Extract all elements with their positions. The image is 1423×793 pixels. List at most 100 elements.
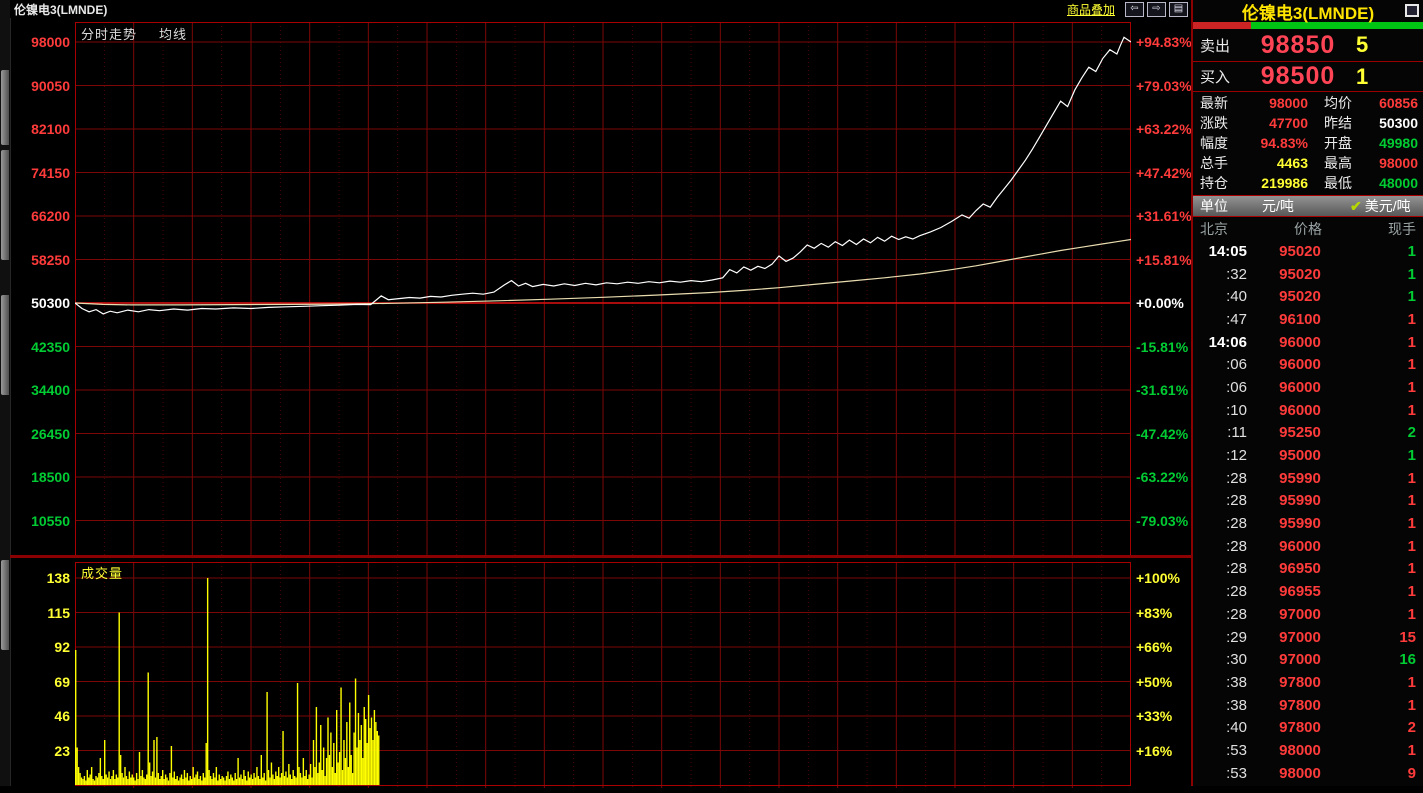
tape-qty: 1 [1353,243,1423,260]
tape-row: :28969501 [1193,558,1423,581]
tape-time: :06 [1193,379,1247,396]
percent-axis-label: +31.61% [1136,208,1192,224]
stat-value: 60856 [1366,95,1423,111]
tick-tape-list[interactable]: 14:05950201:32950201:40950201:4796100114… [1193,240,1423,785]
tape-row: 14:06960001 [1193,331,1423,354]
tape-row: :06960001 [1193,353,1423,376]
stat-label: 最新 [1193,93,1242,113]
bid-row[interactable]: 买入 98500 1 [1193,62,1423,92]
tape-qty: 2 [1353,424,1423,441]
tape-qty: 1 [1353,379,1423,396]
tape-time: :28 [1193,538,1247,555]
tape-price: 97800 [1247,719,1353,736]
price-axis-label: 82100 [12,121,70,137]
tape-price: 97800 [1247,697,1353,714]
percent-axis-label: +94.83% [1136,34,1192,50]
tape-price: 96000 [1247,379,1353,396]
tape-price: 95020 [1247,288,1353,305]
stat-value: 94.83% [1242,135,1308,151]
tape-price: 98000 [1247,765,1353,782]
tape-row: :40978002 [1193,716,1423,739]
tape-header: 北京 价格 现手 [1193,217,1423,240]
legend-timeshare[interactable]: 分时走势 [81,27,137,42]
unit-label: 单位 [1193,196,1262,216]
tape-price: 96100 [1247,311,1353,328]
sidebar-tab[interactable] [1,295,9,395]
legend-ma[interactable]: 均线 [159,27,187,42]
percent-axis-label: -47.42% [1136,426,1188,442]
timeshare-chart[interactable]: 分时走势 均线 [75,22,1131,561]
tape-time: :12 [1193,447,1247,464]
stat-label: 幅度 [1193,133,1242,153]
volume-caption: 成交量 [81,563,123,582]
stat-row: 幅度94.83%开盘49980 [1193,133,1423,153]
tape-time: :28 [1193,492,1247,509]
bid-price[interactable]: 98500 [1246,62,1350,91]
tape-row: :28959901 [1193,467,1423,490]
tape-qty: 2 [1353,719,1423,736]
percent-axis-label: +15.81% [1136,252,1192,268]
tape-qty: 1 [1353,402,1423,419]
tape-qty: 9 [1353,765,1423,782]
volume-pane: 13811592694623 成交量 +100%+83%+66%+50%+33%… [10,558,1191,786]
tape-price: 96955 [1247,583,1353,600]
tape-qty: 1 [1353,492,1423,509]
price-axis-left: 9800090050821007415066200582505030042350… [10,18,73,556]
volume-axis-left: 13811592694623 [10,558,73,786]
volume-axis-label: 92 [12,639,70,655]
price-axis-right: +94.83%+79.03%+63.22%+47.42%+31.61%+15.8… [1131,18,1191,556]
tape-price: 97000 [1247,629,1353,646]
price-axis-label: 34400 [12,382,70,398]
tape-qty: 1 [1353,470,1423,487]
tape-qty: 1 [1353,266,1423,283]
tape-qty: 1 [1353,447,1423,464]
tape-qty: 15 [1353,629,1423,646]
price-axis-label: 50300 [12,295,70,311]
tape-time: :28 [1193,560,1247,577]
quote-panel-header: 伦镍电3(LMNDE) [1193,0,1423,22]
tape-price: 95990 [1247,492,1353,509]
chart-top-bar: 伦镍电3(LMNDE) 商品叠加 ⇦ ⇨ ▤ [10,0,1191,18]
tape-time: :38 [1193,697,1247,714]
back-arrow-icon[interactable]: ⇦ [1125,2,1144,17]
volume-chart[interactable]: 成交量 [75,562,1131,793]
percent-axis-label: -15.81% [1136,339,1188,355]
tape-qty: 1 [1353,674,1423,691]
layout-icon[interactable]: ▤ [1169,2,1188,17]
percent-axis-label: +0.00% [1136,295,1184,311]
sidebar-tab[interactable] [1,70,9,145]
forward-arrow-icon[interactable]: ⇨ [1147,2,1166,17]
bid-qty: 1 [1350,64,1368,90]
unit-option-cny[interactable]: 元/吨 [1262,196,1350,216]
tape-row: :32950201 [1193,263,1423,286]
tape-time: :29 [1193,629,1247,646]
stat-value: 4463 [1242,155,1308,171]
percent-axis-label: +79.03% [1136,78,1192,94]
stat-row: 持仓219986最低48000 [1193,173,1423,193]
stat-value: 98000 [1242,95,1308,111]
sidebar-tab[interactable] [1,150,9,260]
tape-qty: 1 [1353,356,1423,373]
tape-header-price: 价格 [1256,219,1360,239]
tape-price: 97000 [1247,606,1353,623]
ask-price[interactable]: 98850 [1246,31,1350,60]
tape-price: 96000 [1247,356,1353,373]
stat-label: 总手 [1193,153,1242,173]
tape-qty: 1 [1353,334,1423,351]
tape-time: :30 [1193,651,1247,668]
unit-option-usd[interactable]: 美元/吨 [1365,196,1411,216]
bid-label: 买入 [1193,66,1246,87]
commodity-overlay-link[interactable]: 商品叠加 [1067,1,1115,18]
tape-time: :28 [1193,515,1247,532]
ask-row[interactable]: 卖出 98850 5 [1193,29,1423,62]
volume-axis-label: 115 [12,605,70,621]
tape-row: :309700016 [1193,648,1423,671]
maximize-icon[interactable] [1405,4,1419,17]
sidebar-tab[interactable] [1,560,9,650]
price-axis-label: 98000 [12,34,70,50]
tape-time: :11 [1193,424,1247,441]
stat-row: 总手4463最高98000 [1193,153,1423,173]
tape-price: 95990 [1247,515,1353,532]
futures-trading-terminal: 伦镍电3(LMNDE) 商品叠加 ⇦ ⇨ ▤ 98000900508210074… [0,0,1423,786]
stat-value: 98000 [1366,155,1423,171]
